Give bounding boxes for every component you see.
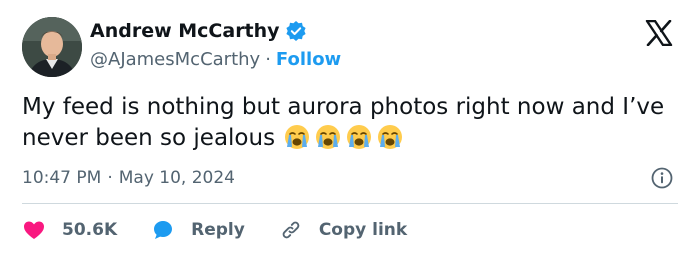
loudly-crying-face-icon — [376, 123, 404, 151]
tweet-text: My feed is nothing but aurora photos rig… — [22, 92, 672, 154]
follow-button[interactable]: Follow — [276, 48, 341, 72]
author-handle[interactable]: @AJamesMcCarthy — [90, 48, 260, 72]
timestamp[interactable]: 10:47 PM · May 10, 2024 — [22, 167, 235, 189]
heart-icon — [22, 218, 46, 242]
avatar[interactable] — [22, 17, 82, 77]
handle-separator: · — [265, 49, 271, 70]
author-name-row: Andrew McCarthy — [90, 19, 307, 43]
emoji-group — [275, 125, 404, 151]
tweet-time: 10:47 PM — [22, 168, 102, 188]
link-icon — [279, 218, 303, 242]
reply-button[interactable]: Reply — [151, 218, 245, 242]
copy-link-label: Copy link — [318, 220, 408, 240]
info-icon[interactable] — [650, 166, 674, 190]
loudly-crying-face-icon — [314, 123, 342, 151]
x-logo-icon[interactable] — [645, 19, 673, 47]
action-bar: 50.6K Reply Copy link — [22, 216, 407, 244]
author-handle-row: @AJamesMcCarthy · Follow — [90, 48, 341, 72]
loudly-crying-face-icon — [283, 123, 311, 151]
copy-link-button[interactable]: Copy link — [279, 218, 407, 242]
tweet-date: May 10, 2024 — [118, 168, 235, 188]
verified-badge-icon — [285, 20, 307, 42]
loudly-crying-face-icon — [345, 123, 373, 151]
reply-label: Reply — [191, 220, 245, 240]
divider — [22, 203, 678, 204]
reply-bubble-icon — [151, 218, 175, 242]
like-button[interactable]: 50.6K — [22, 218, 117, 242]
tweet-card: Andrew McCarthy @AJamesMcCarthy · Follow… — [0, 0, 700, 256]
timestamp-separator: · — [107, 168, 113, 188]
author-name[interactable]: Andrew McCarthy — [90, 19, 280, 43]
like-count: 50.6K — [62, 220, 118, 240]
